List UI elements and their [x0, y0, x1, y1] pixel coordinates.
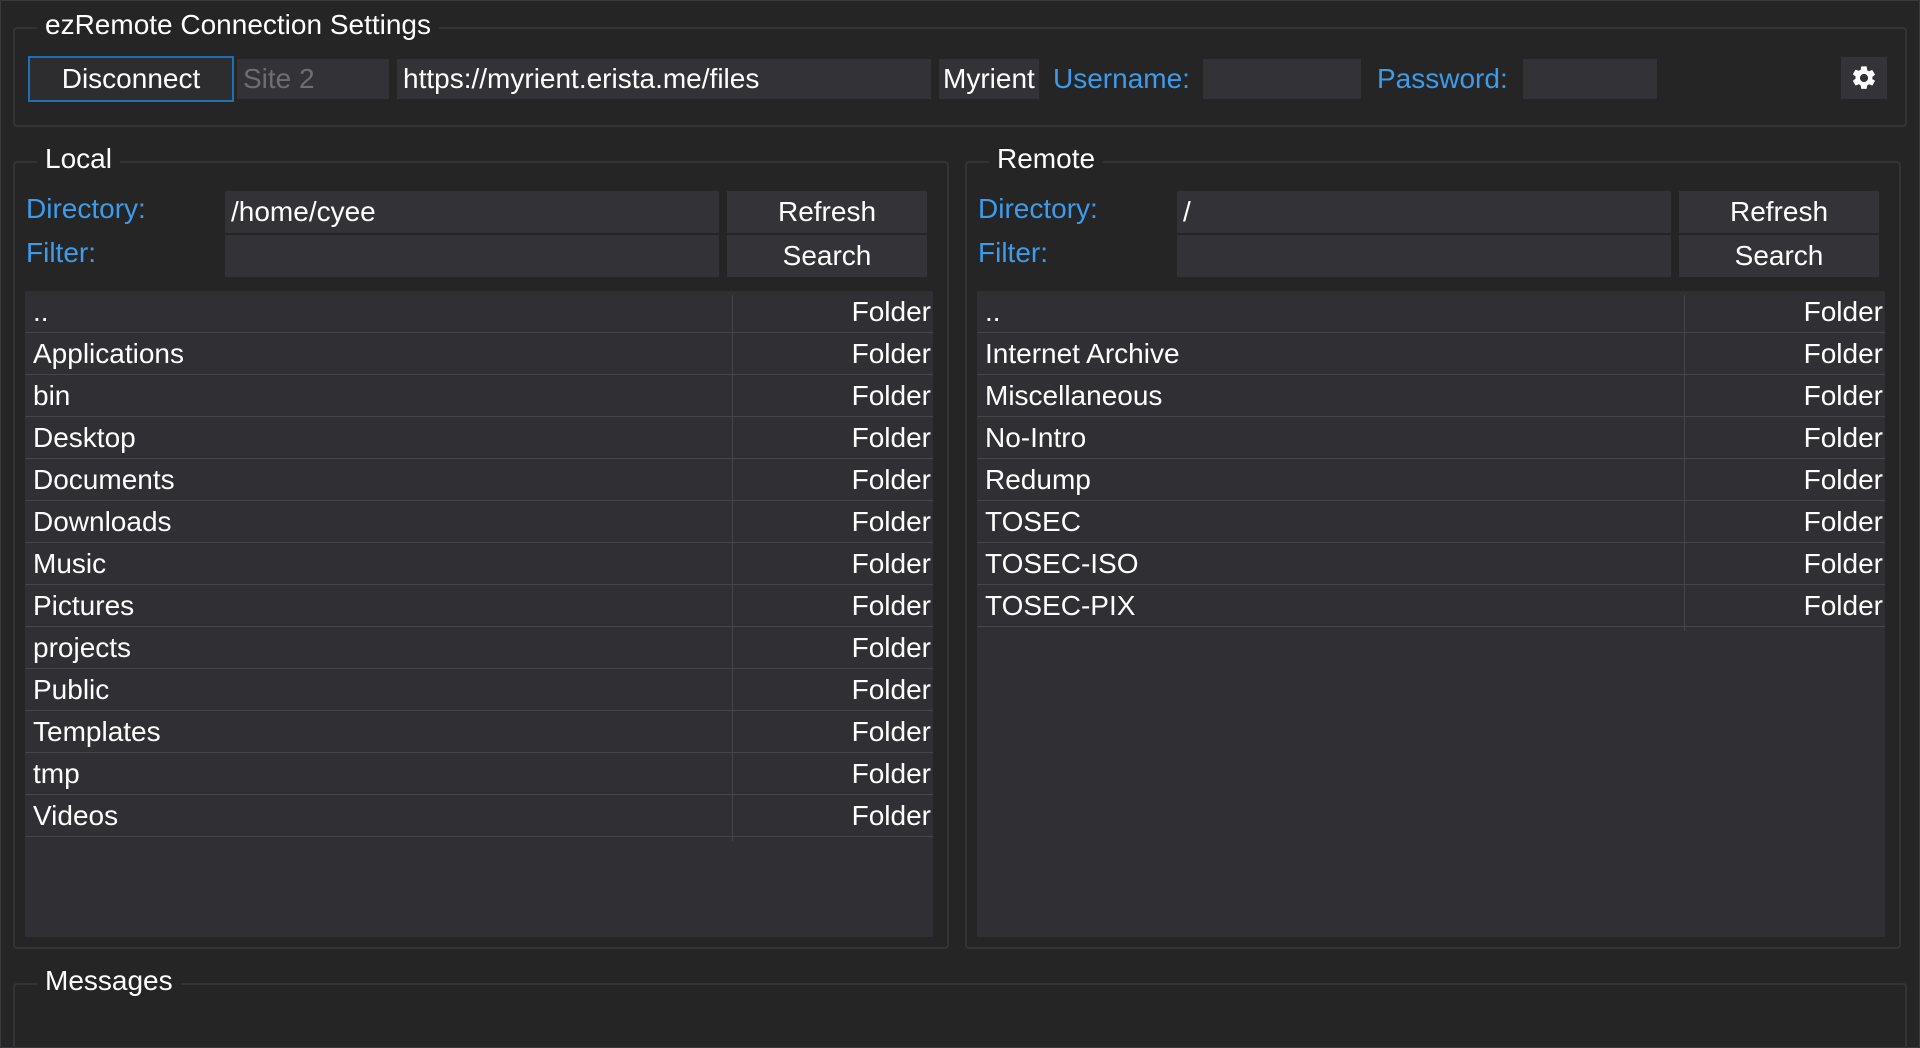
messages-panel: Messages: [13, 963, 1907, 1048]
file-row[interactable]: bin Folder: [25, 375, 933, 417]
file-row[interactable]: TOSEC-PIX Folder: [977, 585, 1885, 627]
file-type: Folder: [851, 338, 931, 369]
file-row[interactable]: Redump Folder: [977, 459, 1885, 501]
server-url-input[interactable]: https://myrient.erista.me/files: [397, 59, 931, 99]
file-type: Folder: [851, 380, 931, 411]
gear-icon: [1853, 66, 1875, 89]
file-row[interactable]: .. Folder: [25, 291, 933, 333]
file-type: Folder: [1803, 380, 1883, 411]
file-row[interactable]: TOSEC-ISO Folder: [977, 543, 1885, 585]
file-name: Desktop: [33, 422, 136, 453]
username-input[interactable]: [1203, 59, 1361, 99]
disconnect-button[interactable]: Disconnect: [28, 56, 234, 102]
file-type: Folder: [851, 800, 931, 831]
file-row[interactable]: Templates Folder: [25, 711, 933, 753]
file-name: Templates: [33, 716, 161, 747]
connection-settings-title: ezRemote Connection Settings: [37, 7, 439, 43]
file-name: Redump: [985, 464, 1091, 495]
file-name: ..: [33, 296, 49, 327]
password-label: Password:: [1377, 63, 1508, 94]
messages-title: Messages: [37, 963, 181, 999]
file-row[interactable]: Miscellaneous Folder: [977, 375, 1885, 417]
file-row[interactable]: Desktop Folder: [25, 417, 933, 459]
file-type: Folder: [851, 506, 931, 537]
file-name: ..: [985, 296, 1001, 327]
file-row[interactable]: projects Folder: [25, 627, 933, 669]
file-type: Folder: [851, 590, 931, 621]
file-type: Folder: [851, 296, 931, 327]
file-name: Applications: [33, 338, 184, 369]
file-name: bin: [33, 380, 71, 411]
remote-filter-label: Filter:: [978, 237, 1048, 268]
file-type: Folder: [851, 548, 931, 579]
local-title: Local: [37, 141, 120, 177]
file-row[interactable]: TOSEC Folder: [977, 501, 1885, 543]
local-directory-label: Directory:: [26, 193, 146, 224]
file-row[interactable]: Downloads Folder: [25, 501, 933, 543]
file-name: Internet Archive: [985, 338, 1180, 369]
file-type: Folder: [1803, 506, 1883, 537]
file-type: Folder: [1803, 338, 1883, 369]
file-row[interactable]: No-Intro Folder: [977, 417, 1885, 459]
file-row[interactable]: Music Folder: [25, 543, 933, 585]
file-name: Videos: [33, 800, 119, 831]
local-filter-label: Filter:: [26, 237, 96, 268]
file-row[interactable]: Pictures Folder: [25, 585, 933, 627]
remote-search-button[interactable]: Search: [1679, 235, 1879, 277]
file-row[interactable]: Public Folder: [25, 669, 933, 711]
file-name: Music: [33, 548, 107, 579]
file-name: tmp: [33, 758, 80, 789]
username-label: Username:: [1053, 63, 1190, 94]
file-row[interactable]: tmp Folder: [25, 753, 933, 795]
remote-directory-label: Directory:: [978, 193, 1098, 224]
remote-file-list[interactable]: .. Folder Internet Archive Folder Miscellane…: [977, 291, 1885, 937]
settings-button[interactable]: [1841, 57, 1887, 99]
local-file-list[interactable]: .. Folder Applications Folder bin Folder Deskt…: [25, 291, 933, 937]
file-name: Documents: [33, 464, 175, 495]
remote-title: Remote: [989, 141, 1104, 177]
remote-filter-input[interactable]: [1177, 235, 1671, 277]
file-name: projects: [33, 632, 132, 663]
local-filter-input[interactable]: [225, 235, 719, 277]
file-name: TOSEC-PIX: [985, 590, 1136, 621]
local-directory-input[interactable]: /home/cyee: [225, 191, 719, 233]
file-type: Folder: [1803, 296, 1883, 327]
file-name: No-Intro: [985, 422, 1087, 453]
file-row[interactable]: Applications Folder: [25, 333, 933, 375]
file-type: Folder: [1803, 464, 1883, 495]
file-name: Public: [33, 674, 110, 705]
file-type: Folder: [851, 716, 931, 747]
file-type: Folder: [851, 674, 931, 705]
file-row[interactable]: Videos Folder: [25, 795, 933, 837]
file-type: Folder: [1803, 422, 1883, 453]
remote-directory-input[interactable]: /: [1177, 191, 1671, 233]
file-type: Folder: [851, 422, 931, 453]
file-type: Folder: [1803, 548, 1883, 579]
file-name: Pictures: [33, 590, 135, 621]
file-type: Folder: [1803, 590, 1883, 621]
app-window: ezRemote Connection Settings Disconnect …: [0, 0, 1920, 1048]
file-type: Folder: [851, 632, 931, 663]
server-name-field[interactable]: Myrient: [939, 59, 1039, 99]
file-name: Downloads: [33, 506, 172, 537]
password-input[interactable]: [1523, 59, 1657, 99]
file-name: TOSEC-ISO: [985, 548, 1139, 579]
file-type: Folder: [851, 758, 931, 789]
local-search-button[interactable]: Search: [727, 235, 927, 277]
file-row[interactable]: Documents Folder: [25, 459, 933, 501]
file-row[interactable]: .. Folder: [977, 291, 1885, 333]
site-selector[interactable]: Site 2: [237, 59, 389, 99]
file-row[interactable]: Internet Archive Folder: [977, 333, 1885, 375]
remote-refresh-button[interactable]: Refresh: [1679, 191, 1879, 233]
file-type: Folder: [851, 464, 931, 495]
file-name: Miscellaneous: [985, 380, 1163, 411]
file-name: TOSEC: [985, 506, 1081, 537]
local-refresh-button[interactable]: Refresh: [727, 191, 927, 233]
